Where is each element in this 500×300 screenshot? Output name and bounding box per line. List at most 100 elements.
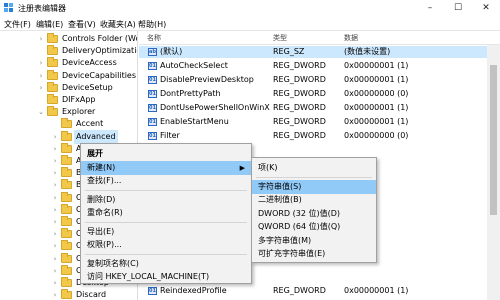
folder-icon: [61, 264, 72, 275]
menu-separator: [85, 189, 247, 191]
value-name: (默认): [160, 47, 183, 56]
context-menu-item[interactable]: 删除(D): [81, 193, 251, 207]
value-data: 0x00000001 (1): [344, 61, 409, 70]
folder-icon: [47, 69, 58, 80]
context-menu-item[interactable]: 新建(N) ▶: [81, 160, 251, 175]
submenu-item-label: DWORD (32 位)值(D): [258, 208, 340, 218]
folder-icon: [61, 142, 72, 153]
context-menu-item-label: 重命名(R): [87, 208, 123, 217]
header-name[interactable]: 名称: [147, 33, 161, 43]
folder-icon: [61, 277, 72, 287]
expand-arrow-icon[interactable]: ›: [37, 81, 45, 95]
folder-icon: [47, 94, 58, 104]
context-menu-item[interactable]: 展开: [81, 147, 251, 161]
value-data: 0x00000001 (1): [344, 286, 409, 295]
folder-icon: [61, 155, 72, 165]
registry-editor-icon: [4, 3, 13, 12]
submenu-item[interactable]: 二进制值(B): [252, 193, 376, 207]
value-row[interactable]: 011ReindexedProfile REG_DWORD 0x00000001 (…: [139, 285, 500, 297]
binary-value-icon: 011: [148, 132, 157, 140]
value-type: REG_DWORD: [273, 103, 326, 112]
menu-favorites[interactable]: 收藏夹(A): [100, 19, 136, 30]
header-data[interactable]: 数据: [344, 33, 358, 43]
binary-value-icon: 011: [148, 287, 157, 295]
tree-item-label: Discard: [76, 290, 107, 300]
menu-separator: [85, 221, 247, 223]
value-row[interactable]: 011DisablePreviewDesktop REG_DWORD 0x00000…: [139, 74, 500, 86]
close-button[interactable]: ✕: [472, 0, 500, 17]
title-bar: 注册表编辑器 – ☐ ✕: [0, 0, 500, 17]
folder-icon: [47, 33, 58, 43]
folder-icon: [47, 45, 58, 56]
context-menu-item[interactable]: 权限(P)...: [81, 238, 251, 252]
folder-icon: [61, 203, 72, 214]
value-name: DontUsePowerShellOnWinX: [160, 103, 270, 112]
submenu-item[interactable]: QWORD (64 位)值(Q): [252, 220, 376, 234]
folder-icon: [47, 57, 58, 68]
string-value-icon: ab: [148, 48, 157, 56]
folder-icon: [61, 252, 72, 263]
context-menu-item[interactable]: 查找(F)...: [81, 174, 251, 188]
value-row[interactable]: ab (默认) REG_SZ (数值未设置): [139, 46, 500, 58]
submenu-item[interactable]: 项(K): [252, 161, 376, 175]
submenu-item-label: 可扩充字符串值(E): [258, 249, 326, 258]
binary-value-icon: 011: [148, 104, 157, 112]
value-row[interactable]: 011AutoCheckSelect REG_DWORD 0x00000001 (1…: [139, 60, 500, 72]
value-row[interactable]: 011DontPrettyPath REG_DWORD 0x00000000 (0): [139, 88, 500, 100]
binary-value-icon: 011: [148, 90, 157, 98]
context-menu: 展开 新建(N) ▶ 查找(F)... 删除(D) 重命名(R) 导出(E) 权限(P)...…: [80, 143, 252, 284]
menu-bar: 文件(F) 编辑(E) 查看(V) 收藏夹(A) 帮助(H): [0, 17, 500, 31]
binary-value-icon: 011: [148, 118, 157, 126]
submenu-item[interactable]: 可扩充字符串值(E): [252, 247, 376, 261]
submenu-item-label: 多字符串值(M): [258, 235, 312, 245]
list-header: 名称 类型 数据: [139, 31, 500, 45]
submenu-item[interactable]: DWORD (32 位)值(D): [252, 207, 376, 221]
value-type: REG_DWORD: [273, 89, 326, 98]
collapse-arrow-icon[interactable]: ⌄: [37, 105, 45, 119]
value-name: DontPrettyPath: [160, 89, 221, 98]
value-row[interactable]: 011Filter REG_DWORD 0x00000000 (0): [139, 130, 500, 142]
context-menu-item-label: 查找(F)...: [87, 176, 122, 185]
menu-view[interactable]: 查看(V): [68, 19, 96, 30]
context-menu-item-label: 访问 HKEY_LOCAL_MACHINE(T): [87, 272, 210, 281]
submenu-arrow-icon: ▶: [239, 163, 245, 172]
header-type[interactable]: 类型: [273, 33, 287, 43]
folder-icon: [61, 130, 72, 141]
context-menu-item[interactable]: 导出(E): [81, 225, 251, 239]
folder-icon: [47, 106, 58, 117]
folder-icon: [61, 167, 72, 178]
menu-help[interactable]: 帮助(H): [138, 19, 166, 30]
maximize-button[interactable]: ☐: [444, 0, 472, 17]
menu-file[interactable]: 文件(F): [4, 19, 31, 30]
context-menu-item-label: 删除(D): [87, 194, 116, 204]
expand-arrow-icon[interactable]: ›: [51, 288, 59, 300]
menu-separator: [256, 176, 372, 178]
folder-icon: [61, 216, 72, 226]
menu-edit[interactable]: 编辑(E): [36, 19, 63, 30]
submenu-item[interactable]: 字符串值(S): [252, 179, 376, 194]
value-type: REG_DWORD: [273, 131, 326, 140]
submenu-item-label: QWORD (64 位)值(Q): [258, 222, 341, 231]
value-row[interactable]: 011EnableStartMenu REG_DWORD 0x00000001 (1…: [139, 116, 500, 128]
value-type: REG_DWORD: [273, 286, 326, 295]
context-menu-item-label: 权限(P)...: [87, 240, 122, 249]
value-name: EnableStartMenu: [160, 117, 229, 126]
folder-icon: [61, 191, 72, 202]
context-menu-item-label: 新建(N): [87, 162, 116, 172]
value-type: REG_SZ: [273, 47, 305, 56]
folder-icon: [61, 289, 72, 300]
context-menu-item[interactable]: 复制项名称(C): [81, 257, 251, 271]
folder-icon: [61, 228, 72, 239]
value-data: 0x00000001 (1): [344, 117, 409, 126]
context-menu-item-label: 导出(E): [87, 226, 115, 236]
submenu-item[interactable]: 多字符串值(M): [252, 234, 376, 248]
minimize-button[interactable]: –: [416, 0, 444, 17]
value-name: Filter: [160, 131, 180, 140]
vertical-scrollbar[interactable]: [487, 45, 500, 300]
binary-value-icon: 011: [148, 76, 157, 84]
expand-arrow-icon[interactable]: ›: [37, 32, 45, 46]
context-menu-item[interactable]: 重命名(R): [81, 206, 251, 220]
value-row[interactable]: 011DontUsePowerShellOnWinXREG_DWORD 0x000…: [139, 102, 500, 114]
context-menu-item[interactable]: 访问 HKEY_LOCAL_MACHINE(T): [81, 270, 251, 284]
scroll-thumb[interactable]: [490, 65, 497, 215]
